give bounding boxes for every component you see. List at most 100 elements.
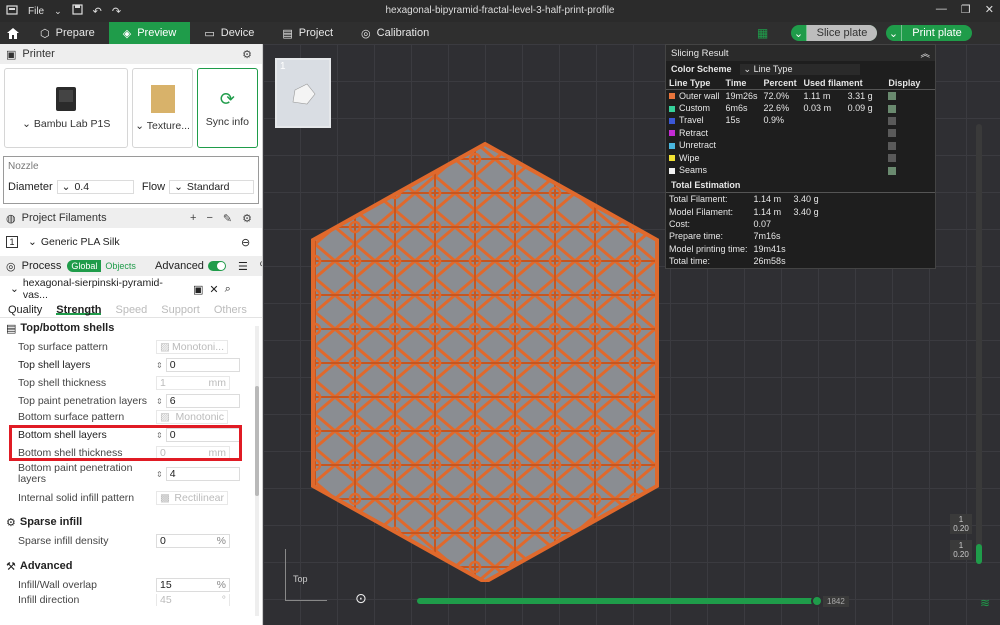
bottom-paint-penetration-input[interactable]: 4 xyxy=(165,467,240,481)
tab-device[interactable]: ▭ Device xyxy=(190,22,268,44)
display-checkbox[interactable] xyxy=(888,166,897,175)
display-checkbox[interactable] xyxy=(888,92,897,101)
close-icon[interactable]: ✕ xyxy=(985,3,994,16)
plate-thumbnail[interactable]: 1 xyxy=(275,58,331,128)
scrollbar-thumb[interactable] xyxy=(255,386,259,496)
tab-quality[interactable]: Quality xyxy=(8,304,42,316)
tab-others[interactable]: Others xyxy=(214,304,247,316)
tab-support[interactable]: Support xyxy=(161,304,200,316)
restore-icon[interactable]: ❐ xyxy=(961,3,971,16)
percent-cell: 72.0% xyxy=(763,90,790,101)
home-button[interactable] xyxy=(0,22,26,44)
display-checkbox[interactable] xyxy=(888,104,897,113)
list-icon[interactable]: ☰ xyxy=(238,260,248,273)
tab-calibration[interactable]: ◎ Calibration xyxy=(347,22,443,44)
filament-item[interactable]: 1 ⌄ Generic PLA Silk ⊖ xyxy=(0,228,262,256)
spinner-icon[interactable]: ⇕ xyxy=(156,431,163,440)
display-checkbox[interactable] xyxy=(888,141,897,150)
move-slider[interactable] xyxy=(417,595,823,607)
sparse-infill-group: ⚙ Sparse infill xyxy=(0,512,262,532)
file-menu[interactable]: File xyxy=(28,6,44,17)
home-icon xyxy=(7,27,19,39)
close-icon[interactable]: ✕ xyxy=(209,283,218,296)
infill-wall-overlap-input[interactable]: 15% xyxy=(156,578,230,592)
bottom-shell-thickness-input[interactable]: 0 mm xyxy=(156,446,230,460)
document-icon: ▤ xyxy=(282,27,293,40)
search-icon[interactable]: ⌕ xyxy=(225,283,231,296)
display-checkbox[interactable] xyxy=(888,154,897,163)
preview-viewport[interactable]: 1 Slicing Result ︽ Color Scheme ⌄ Line T… xyxy=(263,44,1000,625)
tab-preview[interactable]: ◈ Preview xyxy=(108,22,191,44)
process-preset-select[interactable]: ⌄ hexagonal-sierpinski-pyramid-vas... xyxy=(6,277,181,301)
chevron-down-icon[interactable]: ⌄ xyxy=(791,25,807,41)
slice-plate-button[interactable]: ⌄ Slice plate xyxy=(791,25,877,41)
layer-height: 0.20 xyxy=(953,524,969,533)
process-tabs: Quality Strength Speed Support Others xyxy=(0,302,262,318)
gear-icon[interactable]: ⚙ xyxy=(242,212,252,225)
save-icon[interactable] xyxy=(72,4,83,18)
color-scheme-label: Color Scheme xyxy=(671,64,732,74)
spinner-icon[interactable]: ⇕ xyxy=(156,470,163,479)
param-unit: mm xyxy=(208,447,227,459)
top-shell-thickness-input[interactable]: 1 mm xyxy=(156,376,230,390)
tab-label: Preview xyxy=(137,27,177,39)
tab-speed[interactable]: Speed xyxy=(115,304,147,316)
flow-select[interactable]: ⌄ Standard xyxy=(169,180,254,194)
filament-select[interactable]: ⌄ Generic PLA Silk xyxy=(24,235,229,249)
add-icon[interactable]: + xyxy=(190,212,196,225)
diameter-select[interactable]: ⌄ 0.4 xyxy=(56,180,134,194)
color-swatch xyxy=(669,117,675,124)
remove-circle-icon[interactable]: ⊖ xyxy=(241,236,250,249)
table-row: Wipe xyxy=(666,151,935,163)
objects-option[interactable]: Objects xyxy=(101,260,140,272)
bottom-shell-layers-input[interactable]: 0 xyxy=(165,428,240,442)
collapse-icon[interactable]: ︽ xyxy=(920,46,930,60)
printer-selector[interactable]: ⌄ Bambu Lab P1S xyxy=(4,68,129,148)
bottom-surface-pattern-select[interactable]: ▨ Monotonic xyxy=(156,410,228,424)
redo-icon[interactable]: ↷ xyxy=(112,5,121,18)
sparse-infill-density-input[interactable]: 0% xyxy=(156,534,230,548)
advanced-switch[interactable] xyxy=(207,261,226,271)
minimize-icon[interactable]: — xyxy=(936,3,947,16)
spinner-icon[interactable]: ⇕ xyxy=(156,397,163,406)
tab-project[interactable]: ▤ Project xyxy=(268,22,347,44)
display-checkbox[interactable] xyxy=(888,129,897,138)
settings-scrollbar[interactable] xyxy=(255,326,259,616)
infill-direction-input[interactable]: 45 ° xyxy=(156,594,230,606)
chevron-down-icon[interactable]: ⌄ xyxy=(886,25,902,41)
table-row: Total time: 26m58s xyxy=(666,255,935,267)
remove-icon[interactable]: − xyxy=(206,212,212,225)
layer-slider[interactable] xyxy=(976,124,982,564)
undo-icon[interactable]: ↶ xyxy=(93,5,102,18)
gear-icon[interactable]: ⚙ xyxy=(242,48,252,61)
global-objects-toggle[interactable]: Global Objects xyxy=(67,260,140,272)
tab-strength[interactable]: Strength xyxy=(56,304,102,316)
color-scheme-select[interactable]: ⌄ Line Type xyxy=(739,63,860,75)
edit-filament-icon[interactable]: ✎ xyxy=(223,212,232,225)
length-cell: 0.03 m xyxy=(803,102,832,113)
top-surface-pattern-select[interactable]: ▨ Monotoni... xyxy=(156,340,228,354)
move-slider-knob[interactable] xyxy=(811,595,823,607)
plate-grid-icon[interactable]: ▦ xyxy=(757,26,768,40)
layers-stack-icon[interactable]: ≋ xyxy=(980,596,990,610)
tab-prepare[interactable]: ⬡ Prepare xyxy=(26,22,109,44)
diameter-value: 0.4 xyxy=(74,181,90,193)
sync-info-button[interactable]: ⟳ Sync info xyxy=(196,68,258,148)
top-paint-penetration-input[interactable]: 6 xyxy=(165,394,240,408)
total-label: Total Filament: xyxy=(669,194,728,205)
global-option[interactable]: Global xyxy=(67,260,102,272)
chevron-down-icon[interactable]: ⌄ xyxy=(54,6,62,17)
top-shell-layers-input[interactable]: 0 xyxy=(165,358,240,372)
param-label: Top surface pattern xyxy=(18,341,108,353)
app-logo-icon[interactable] xyxy=(6,4,18,19)
printer-thumbnail-icon xyxy=(56,87,77,111)
print-plate-button[interactable]: ⌄ Print plate xyxy=(886,25,972,41)
spinner-icon[interactable]: ⇕ xyxy=(156,361,163,370)
save-preset-icon[interactable]: ▣ xyxy=(193,283,203,296)
param-label: Top paint penetration layers xyxy=(18,395,147,407)
internal-solid-infill-select[interactable]: ▩ Rectilinear xyxy=(156,491,228,505)
camera-reset-icon[interactable]: ⊙ xyxy=(355,590,367,607)
display-checkbox[interactable] xyxy=(888,116,897,125)
param-label: Bottom shell thickness xyxy=(18,447,123,459)
plate-texture-selector[interactable]: ⌄ Texture... xyxy=(132,68,193,148)
